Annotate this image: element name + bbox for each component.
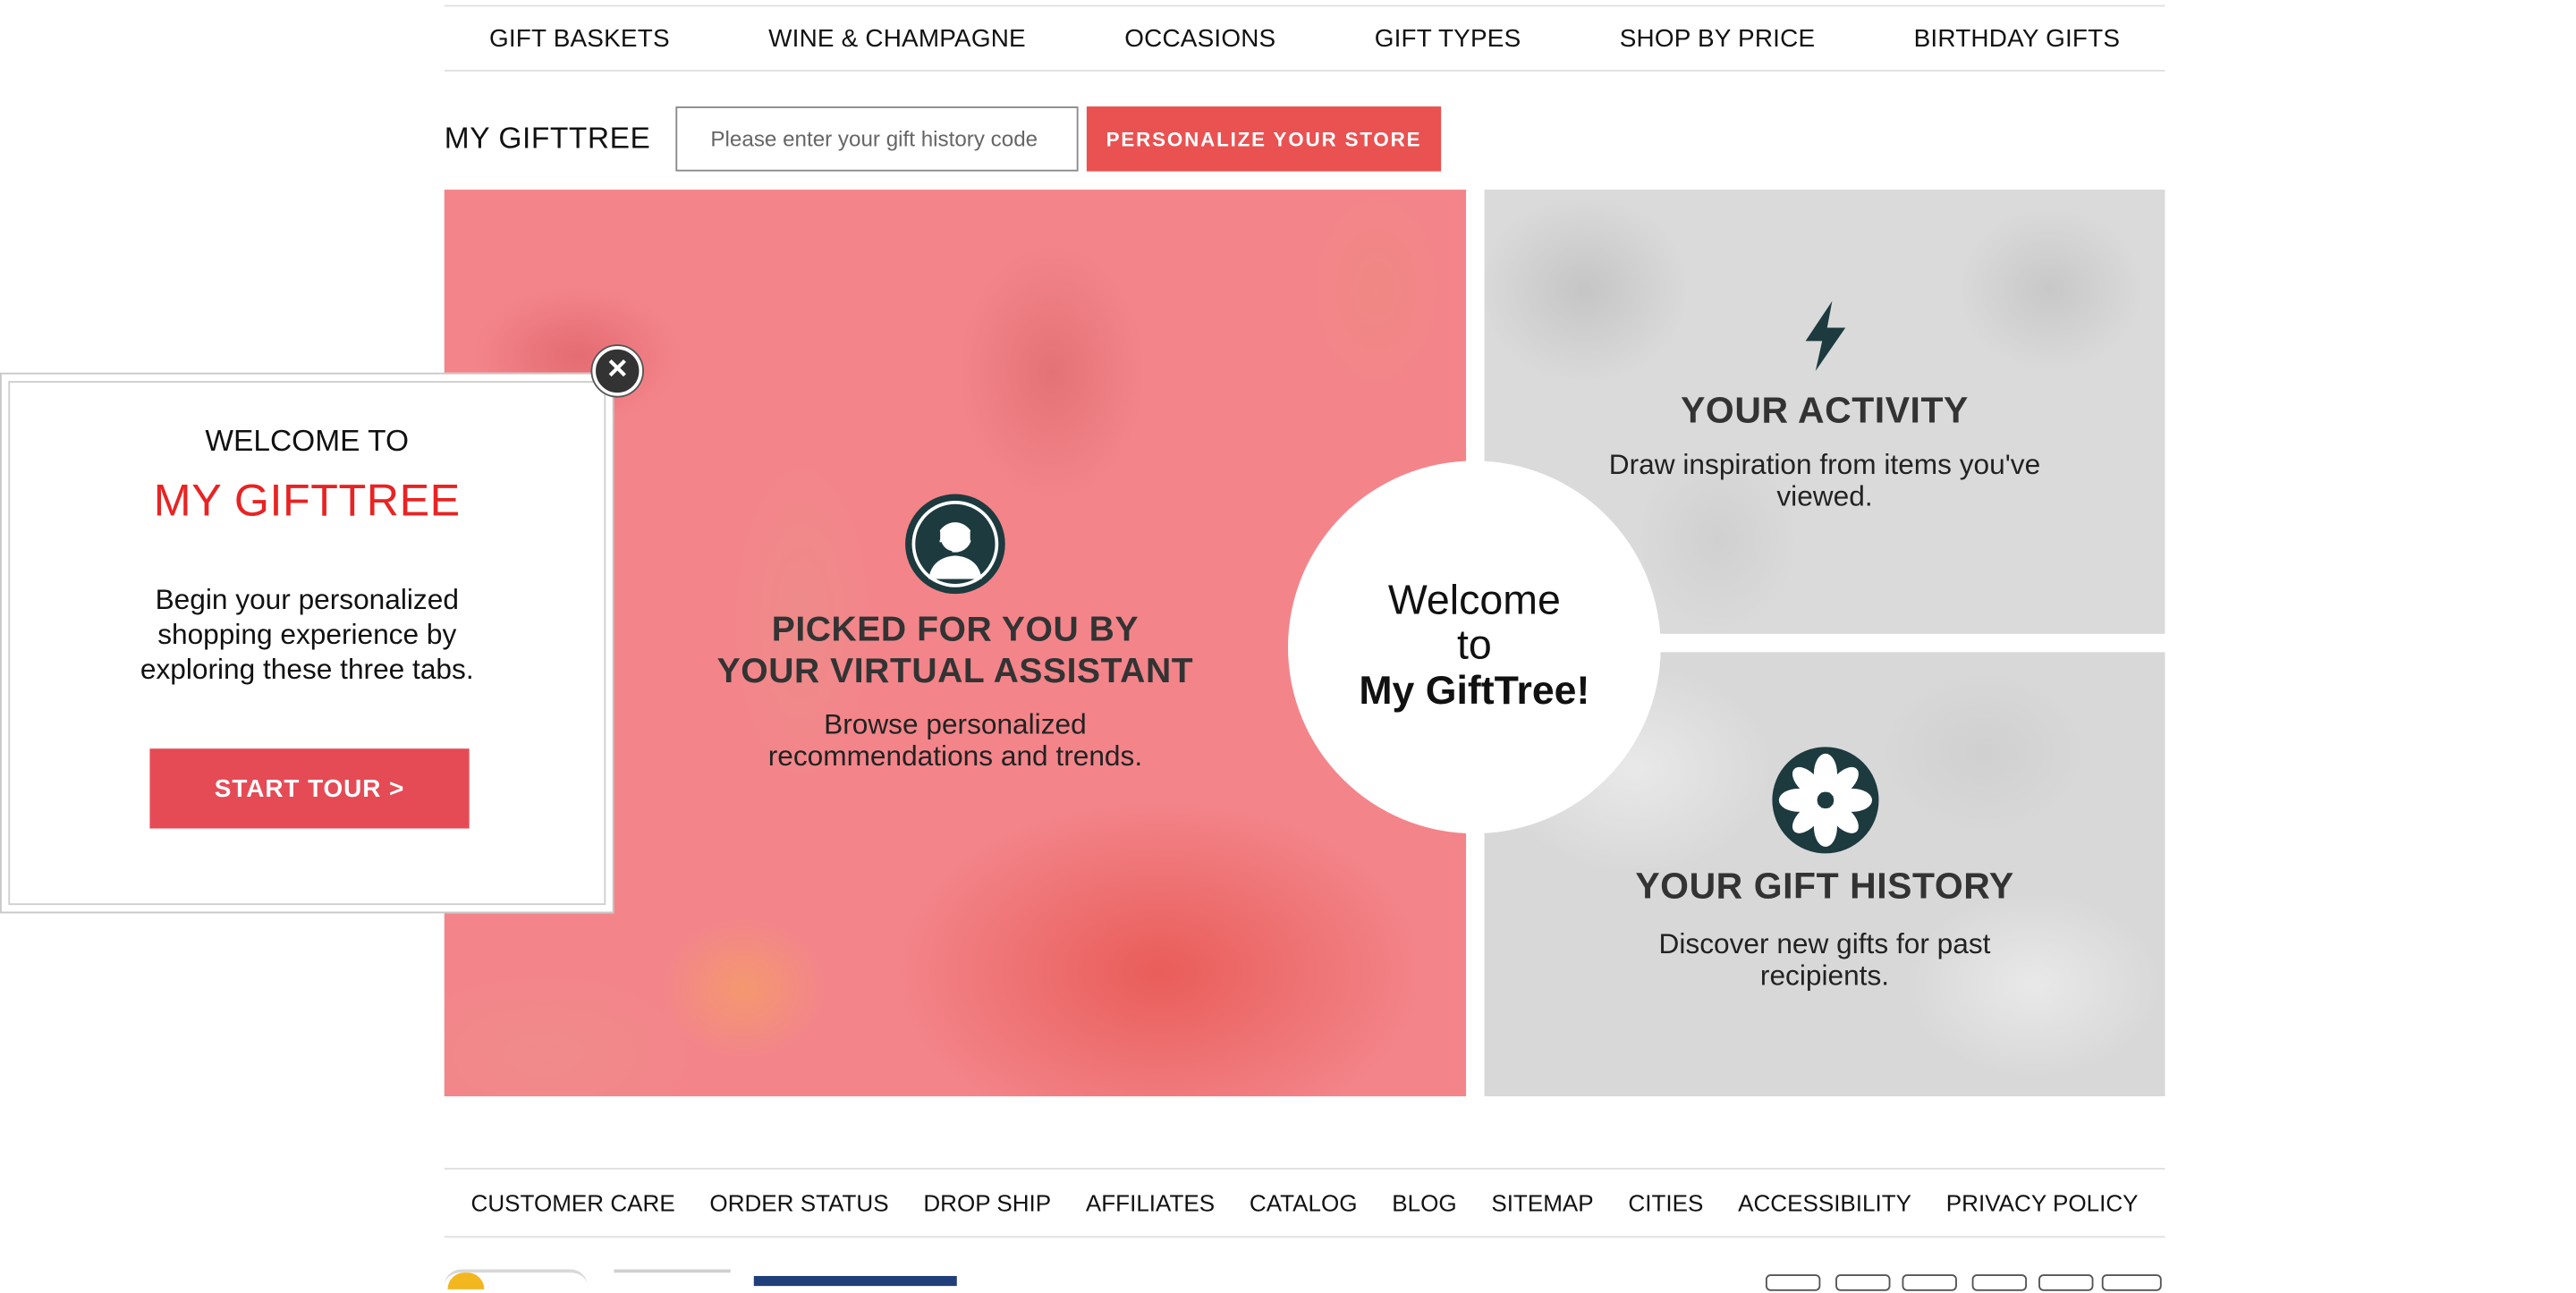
footer-accessibility[interactable]: ACCESSIBILITY <box>1738 1189 1911 1216</box>
personalize-store-button[interactable]: PERSONALIZE YOUR STORE <box>1086 106 1442 172</box>
seal-badge[interactable] <box>444 1269 588 1293</box>
lightning-bolt-icon <box>1795 300 1855 373</box>
card-icon-4 <box>1971 1274 2028 1291</box>
virtual-assistant-icon <box>903 493 1006 596</box>
security-badge[interactable] <box>614 1269 731 1293</box>
footer-catalog[interactable]: CATALOG <box>1250 1189 1358 1216</box>
footer-blog[interactable]: BLOG <box>1392 1189 1456 1216</box>
bbb-badge[interactable] <box>753 1275 957 1287</box>
welcome-circle: Welcome to My GiftTree! <box>1288 461 1661 834</box>
close-icon[interactable]: ✕ <box>592 345 643 396</box>
card-icon-3 <box>1902 1274 1957 1291</box>
footer-privacy-policy[interactable]: PRIVACY POLICY <box>1946 1189 2139 1216</box>
footer-drop-ship[interactable]: DROP SHIP <box>923 1189 1051 1216</box>
card-icon-6 <box>2101 1274 2162 1291</box>
seal-emblem-icon <box>447 1272 485 1289</box>
footer-badges <box>444 1264 2165 1291</box>
history-title: YOUR GIFT HISTORY <box>1635 865 2014 907</box>
nav-occasions[interactable]: OCCASIONS <box>1124 24 1275 53</box>
footer-sitemap[interactable]: SITEMAP <box>1491 1189 1593 1216</box>
footer-cities[interactable]: CITIES <box>1628 1189 1703 1216</box>
nav-wine-champagne[interactable]: WINE & CHAMPAGNE <box>768 24 1026 53</box>
activity-panel-content: YOUR ACTIVITY Draw inspiration from item… <box>1485 300 2165 512</box>
popup-body: Begin your personalized shopping experie… <box>140 584 474 686</box>
welcome-tour-popup: WELCOME TO MY GIFTTREE Begin your person… <box>0 372 614 914</box>
flower-emblem-icon <box>1770 745 1880 855</box>
top-nav: GIFT BASKETS WINE & CHAMPAGNE OCCASIONS … <box>444 4 2165 72</box>
card-icon-5 <box>2038 1274 2094 1291</box>
welcome-line3: My GiftTree! <box>1359 668 1590 714</box>
nav-gift-baskets[interactable]: GIFT BASKETS <box>489 24 670 53</box>
card-icon-2 <box>1835 1274 1891 1291</box>
start-tour-button[interactable]: START TOUR > <box>149 748 470 829</box>
my-gifttree-label: MY GIFTTREE <box>444 121 651 156</box>
popup-title: MY GIFTTREE <box>153 476 461 526</box>
nav-birthday-gifts[interactable]: BIRTHDAY GIFTS <box>1914 24 2121 53</box>
popup-pre-title: WELCOME TO <box>205 424 410 458</box>
gift-history-code-input[interactable] <box>675 106 1079 172</box>
activity-title: YOUR ACTIVITY <box>1681 389 1969 431</box>
footer-customer-care[interactable]: CUSTOMER CARE <box>471 1189 675 1216</box>
card-icon-1 <box>1765 1274 1821 1291</box>
footer-order-status[interactable]: ORDER STATUS <box>709 1189 888 1216</box>
nav-shop-by-price[interactable]: SHOP BY PRICE <box>1620 24 1816 53</box>
nav-gift-types[interactable]: GIFT TYPES <box>1375 24 1521 53</box>
history-desc: Discover new gifts for past recipients. <box>1658 928 1991 992</box>
welcome-line2: to <box>1456 621 1492 669</box>
footer-affiliates[interactable]: AFFILIATES <box>1086 1189 1215 1216</box>
welcome-line1: Welcome <box>1387 577 1561 624</box>
footer-nav: CUSTOMER CARE ORDER STATUS DROP SHIP AFF… <box>444 1168 2165 1238</box>
